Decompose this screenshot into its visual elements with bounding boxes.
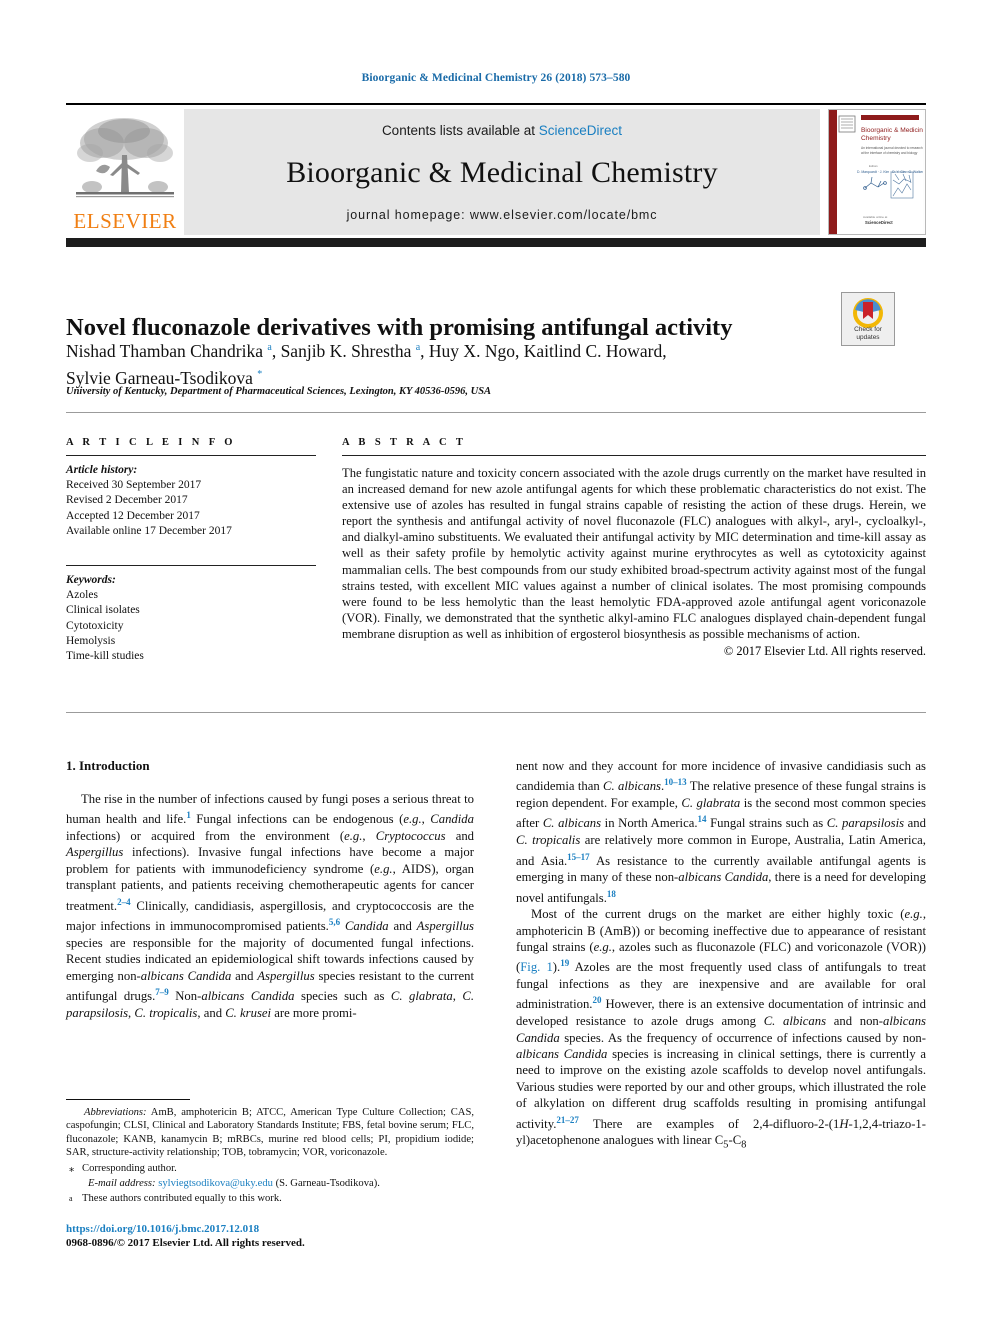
svg-text:Chemistry: Chemistry	[861, 135, 891, 142]
keyword-item: Hemolysis	[66, 634, 116, 647]
doi-link[interactable]: https://doi.org/10.1016/j.bmc.2017.12.01…	[66, 1222, 474, 1236]
article-history: Article history: Received 30 September 2…	[66, 463, 316, 539]
history-item: Revised 2 December 2017	[66, 494, 188, 507]
intro-paragraph-3: Most of the current drugs on the market …	[516, 907, 926, 1151]
email-link[interactable]: sylviegtsodikova@uky.edu	[158, 1178, 273, 1189]
keyword-item: Cytotoxicity	[66, 619, 124, 632]
author-list: Nishad Thamban Chandrika a, Sanjib K. Sh…	[66, 336, 821, 390]
svg-text:Available online at: Available online at	[863, 215, 887, 219]
elsevier-logo: ELSEVIER	[66, 109, 184, 235]
journal-cover-thumbnail: Bioorganic & Medicinal Chemistry An inte…	[828, 109, 926, 235]
sciencedirect-link[interactable]: ScienceDirect	[539, 123, 622, 138]
svg-text:Bioorganic & Medicinal: Bioorganic & Medicinal	[861, 127, 923, 134]
masthead-bottom-rule	[66, 238, 926, 247]
footnote-equal-contribution: a These authors contributed equally to t…	[66, 1192, 474, 1205]
article-info-rule	[66, 455, 316, 456]
svg-text:Editors: Editors	[869, 164, 878, 168]
keywords-label: Keywords:	[66, 574, 116, 587]
footnote-email: E-mail address: sylviegtsodikova@uky.edu…	[66, 1177, 474, 1190]
footnote-abbreviations: Abbreviations: AmB, amphotericin B; ATCC…	[66, 1107, 474, 1159]
svg-text:An international journal devot: An international journal devoted to rese…	[861, 146, 923, 150]
affiliation: University of Kentucky, Department of Ph…	[66, 386, 492, 397]
journal-masthead: ELSEVIER Contents lists available at Sci…	[66, 103, 926, 235]
article-info-column: A R T I C L E I N F O Article history: R…	[66, 437, 316, 664]
email-suffix: (S. Garneau-Tsodikova).	[275, 1178, 380, 1190]
svg-text:ScienceDirect: ScienceDirect	[865, 220, 893, 225]
abstract-heading: A B S T R A C T	[342, 437, 467, 448]
issn-copyright-line: 0968-0896/© 2017 Elsevier Ltd. All right…	[66, 1237, 305, 1249]
footnote-block: Abbreviations: AmB, amphotericin B; ATCC…	[66, 1099, 474, 1206]
body-column-right: nent now and they account for more incid…	[516, 758, 926, 1154]
equal-contribution-text: These authors contributed equally to thi…	[82, 1193, 282, 1205]
corresponding-author-text: Corresponding author.	[82, 1162, 177, 1174]
keyword-item: Time-kill studies	[66, 650, 144, 663]
keyword-item: Clinical isolates	[66, 604, 140, 617]
abstract-text: The fungistatic nature and toxicity conc…	[342, 466, 926, 641]
cover-artwork-icon: Bioorganic & Medicinal Chemistry An inte…	[829, 110, 925, 234]
history-item: Available online 17 December 2017	[66, 524, 232, 537]
article-info-heading: A R T I C L E I N F O	[66, 437, 236, 448]
doi-block: https://doi.org/10.1016/j.bmc.2017.12.01…	[66, 1222, 474, 1250]
email-label: E-mail address:	[88, 1178, 156, 1190]
elsevier-tree-icon	[76, 118, 174, 198]
abstract-bottom-rule	[66, 712, 926, 713]
intro-paragraph-1: The rise in the number of infections cau…	[66, 792, 475, 1020]
crossmark-icon	[853, 298, 883, 328]
crossmark-label: Check for updates	[854, 326, 882, 341]
author-line-1: Nishad Thamban Chandrika a, Sanjib K. Sh…	[66, 340, 667, 361]
title-bottom-rule	[66, 412, 926, 413]
contents-available-line: Contents lists available at ScienceDirec…	[184, 123, 820, 138]
equal-contribution-marker: a	[69, 1194, 73, 1204]
keyword-item: Azoles	[66, 589, 98, 602]
contents-prefix: Contents lists available at	[381, 123, 539, 138]
svg-text:at the interface of chemistry: at the interface of chemistry and biolog…	[861, 151, 918, 155]
article-history-label: Article history:	[66, 464, 138, 476]
abstract-column: A B S T R A C T The fungistatic nature a…	[342, 437, 926, 659]
paper-page: Bioorganic & Medicinal Chemistry 26 (201…	[0, 0, 992, 1323]
journal-homepage-url[interactable]: journal homepage: www.elsevier.com/locat…	[184, 208, 820, 222]
running-head: Bioorganic & Medicinal Chemistry 26 (201…	[361, 72, 631, 84]
crossmark-badge[interactable]: Check for updates	[841, 292, 895, 346]
corresponding-author-marker: ⁎	[69, 1162, 75, 1174]
keywords-block: Keywords: Azoles Clinical isolates Cytot…	[66, 573, 316, 664]
history-item: Accepted 12 December 2017	[66, 509, 200, 522]
elsevier-wordmark: ELSEVIER	[73, 209, 177, 233]
footnote-corresponding-author: ⁎ Corresponding author.	[66, 1162, 474, 1175]
intro-paragraph-2-cont: nent now and they account for more incid…	[516, 759, 926, 905]
masthead-center-panel: Contents lists available at ScienceDirec…	[184, 109, 820, 235]
footnote-rule	[66, 1099, 190, 1100]
journal-title: Bioorganic & Medicinal Chemistry	[286, 156, 718, 189]
keywords-rule	[66, 565, 316, 567]
abstract-rule	[342, 455, 926, 456]
abstract-copyright: © 2017 Elsevier Ltd. All rights reserved…	[723, 644, 926, 659]
history-item: Received 30 September 2017	[66, 479, 202, 492]
section-heading-introduction: 1. Introduction	[66, 758, 150, 773]
body-column-left: 1. Introduction The rise in the number o…	[66, 758, 474, 1021]
